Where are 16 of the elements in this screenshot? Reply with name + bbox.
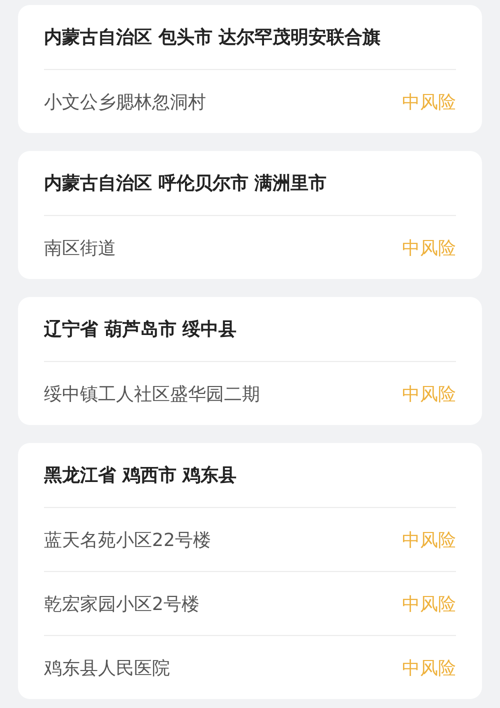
risk-level: 中风险 <box>402 90 456 114</box>
region-title: 黑龙江省 鸡西市 鸡东县 <box>44 464 237 487</box>
place-name: 小文公乡腮林忽洞村 <box>44 90 206 114</box>
place-name: 蓝天名苑小区22号楼 <box>44 528 211 552</box>
place-name: 南区街道 <box>44 236 116 260</box>
risk-level: 中风险 <box>402 236 456 260</box>
risk-level: 中风险 <box>402 656 456 680</box>
region-title: 内蒙古自治区 包头市 达尔罕茂明安联合旗 <box>44 26 381 49</box>
region-title: 辽宁省 葫芦岛市 绥中县 <box>44 318 237 341</box>
region-title: 内蒙古自治区 呼伦贝尔市 满洲里市 <box>44 172 327 195</box>
risk-level: 中风险 <box>402 592 456 616</box>
place-name: 绥中镇工人社区盛华园二期 <box>44 382 260 406</box>
risk-level: 中风险 <box>402 528 456 552</box>
risk-level: 中风险 <box>402 382 456 406</box>
place-name: 乾宏家园小区2号楼 <box>44 592 200 616</box>
place-name: 鸡东县人民医院 <box>44 656 170 680</box>
